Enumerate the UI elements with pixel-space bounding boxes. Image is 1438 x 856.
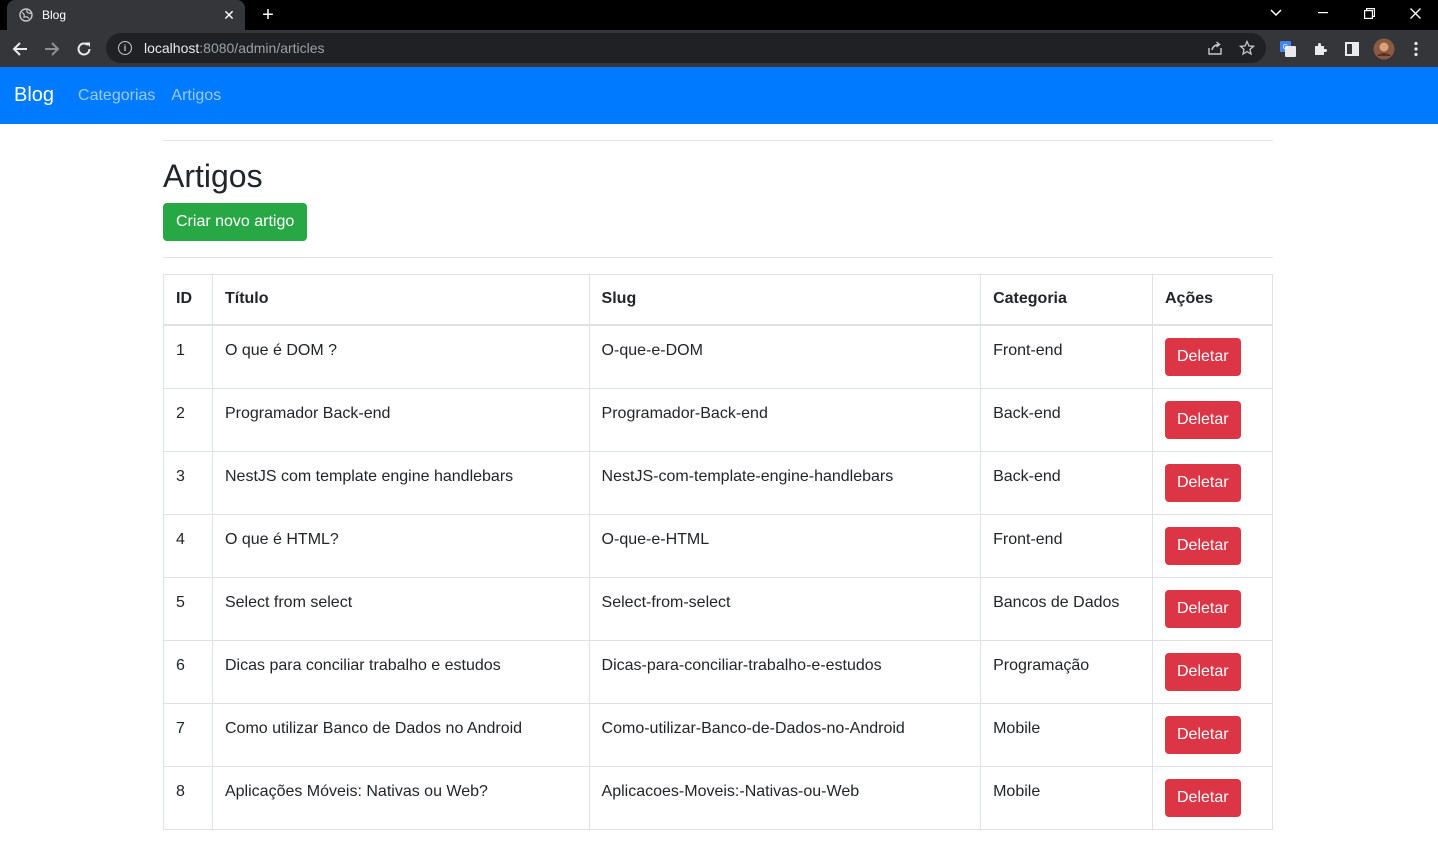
- browser-tab[interactable]: Blog ✕: [7, 0, 245, 30]
- articles-table: ID Título Slug Categoria Ações 1 O que é…: [163, 274, 1273, 830]
- nav-link-categorias[interactable]: Categorias: [78, 87, 155, 105]
- browser-toolbar: i localhost:8080/admin/articles G: [0, 30, 1438, 67]
- table-row: 4 O que é HTML? O-que-e-HTML Front-end D…: [163, 513, 1273, 578]
- cell-id: 7: [163, 702, 213, 767]
- tab-search-icon[interactable]: [1253, 0, 1299, 26]
- svg-text:G: G: [1283, 44, 1288, 51]
- column-header-id: ID: [163, 274, 213, 326]
- navbar-brand[interactable]: Blog: [14, 84, 54, 107]
- delete-button[interactable]: Deletar: [1165, 652, 1241, 691]
- cell-actions: Deletar: [1152, 450, 1273, 515]
- forward-arrow-icon[interactable]: [39, 36, 65, 62]
- table-row: 6 Dicas para conciliar trabalho e estudo…: [163, 639, 1273, 704]
- cell-id: 8: [163, 765, 213, 830]
- cell-title: Programador Back-end: [211, 387, 590, 452]
- cell-slug: Dicas-para-conciliar-trabalho-e-estudos: [588, 639, 982, 704]
- profile-avatar[interactable]: [1373, 38, 1395, 60]
- cell-title: Dicas para conciliar trabalho e estudos: [211, 639, 590, 704]
- cell-slug: Select-from-select: [588, 576, 982, 641]
- cell-slug: Programador-Back-end: [588, 387, 982, 452]
- table-row: 7 Como utilizar Banco de Dados no Androi…: [163, 702, 1273, 767]
- cell-title: O que é DOM ?: [211, 324, 590, 389]
- cell-title: O que é HTML?: [211, 513, 590, 578]
- cell-title: Select from select: [211, 576, 590, 641]
- translate-extension-icon[interactable]: G: [1277, 38, 1299, 60]
- bookmark-star-icon[interactable]: [1238, 39, 1256, 57]
- cell-category: Mobile: [980, 702, 1153, 767]
- cell-slug: NestJS-com-template-engine-handlebars: [588, 450, 982, 515]
- extensions-puzzle-icon[interactable]: [1309, 38, 1331, 60]
- cell-category: Mobile: [980, 765, 1153, 830]
- close-window-button[interactable]: [1392, 0, 1438, 26]
- cell-title: NestJS com template engine handlebars: [211, 450, 590, 515]
- delete-button[interactable]: Deletar: [1165, 337, 1241, 376]
- cell-category: Back-end: [980, 450, 1153, 515]
- close-tab-icon[interactable]: ✕: [217, 3, 241, 27]
- back-arrow-icon[interactable]: [7, 36, 33, 62]
- cell-actions: Deletar: [1152, 702, 1273, 767]
- table-row: 5 Select from select Select-from-select …: [163, 576, 1273, 641]
- delete-button[interactable]: Deletar: [1165, 589, 1241, 628]
- table-header-row: ID Título Slug Categoria Ações: [163, 274, 1273, 326]
- nav-link-artigos[interactable]: Artigos: [171, 87, 221, 105]
- browser-menu-icon[interactable]: [1405, 38, 1427, 60]
- cell-category: Front-end: [980, 513, 1153, 578]
- delete-button[interactable]: Deletar: [1165, 400, 1241, 439]
- side-panel-icon[interactable]: [1341, 38, 1363, 60]
- column-header-slug: Slug: [588, 274, 982, 326]
- create-article-button[interactable]: Criar novo artigo: [163, 203, 308, 241]
- cell-id: 3: [163, 450, 213, 515]
- delete-button[interactable]: Deletar: [1165, 526, 1241, 565]
- cell-actions: Deletar: [1152, 576, 1273, 641]
- minimize-button[interactable]: [1300, 0, 1346, 26]
- cell-slug: O-que-e-HTML: [588, 513, 982, 578]
- page-title: Artigos: [163, 158, 263, 194]
- column-header-actions: Ações: [1152, 274, 1273, 326]
- cell-id: 6: [163, 639, 213, 704]
- table-row: 1 O que é DOM ? O-que-e-DOM Front-end De…: [163, 324, 1273, 389]
- site-navbar: Blog Categorias Artigos: [0, 67, 1438, 124]
- cell-category: Programação: [980, 639, 1153, 704]
- cell-slug: Aplicacoes-Moveis:-Nativas-ou-Web: [588, 765, 982, 830]
- top-divider: [163, 140, 1273, 141]
- table-row: 3 NestJS com template engine handlebars …: [163, 450, 1273, 515]
- delete-button[interactable]: Deletar: [1165, 715, 1241, 754]
- cell-title: Como utilizar Banco de Dados no Android: [211, 702, 590, 767]
- browser-tab-strip: Blog ✕ +: [0, 0, 1438, 30]
- delete-button[interactable]: Deletar: [1165, 463, 1241, 502]
- cell-actions: Deletar: [1152, 765, 1273, 830]
- cell-title: Aplicações Móveis: Nativas ou Web?: [211, 765, 590, 830]
- table-row: 2 Programador Back-end Programador-Back-…: [163, 387, 1273, 452]
- url-text: localhost:8080/admin/articles: [144, 40, 325, 56]
- cell-category: Front-end: [980, 324, 1153, 389]
- address-bar[interactable]: i localhost:8080/admin/articles: [106, 33, 1266, 63]
- tab-title: Blog: [42, 8, 67, 22]
- cell-actions: Deletar: [1152, 513, 1273, 578]
- cell-id: 1: [163, 324, 213, 389]
- table-row: 8 Aplicações Móveis: Nativas ou Web? Apl…: [163, 765, 1273, 830]
- cell-actions: Deletar: [1152, 639, 1273, 704]
- globe-icon: [19, 8, 33, 22]
- column-header-title: Título: [211, 274, 590, 326]
- delete-button[interactable]: Deletar: [1165, 778, 1241, 817]
- cell-slug: Como-utilizar-Banco-de-Dados-no-Android: [588, 702, 982, 767]
- cell-id: 2: [163, 387, 213, 452]
- cell-category: Back-end: [980, 387, 1153, 452]
- restore-button[interactable]: [1346, 0, 1392, 26]
- share-icon[interactable]: [1206, 39, 1224, 57]
- site-info-icon[interactable]: i: [118, 41, 132, 55]
- cell-slug: O-que-e-DOM: [588, 324, 982, 389]
- content-divider: [163, 257, 1273, 258]
- new-tab-button[interactable]: +: [256, 3, 280, 27]
- reload-icon[interactable]: [71, 36, 97, 62]
- column-header-category: Categoria: [980, 274, 1153, 326]
- cell-actions: Deletar: [1152, 324, 1273, 389]
- cell-actions: Deletar: [1152, 387, 1273, 452]
- cell-category: Bancos de Dados: [980, 576, 1153, 641]
- cell-id: 5: [163, 576, 213, 641]
- cell-id: 4: [163, 513, 213, 578]
